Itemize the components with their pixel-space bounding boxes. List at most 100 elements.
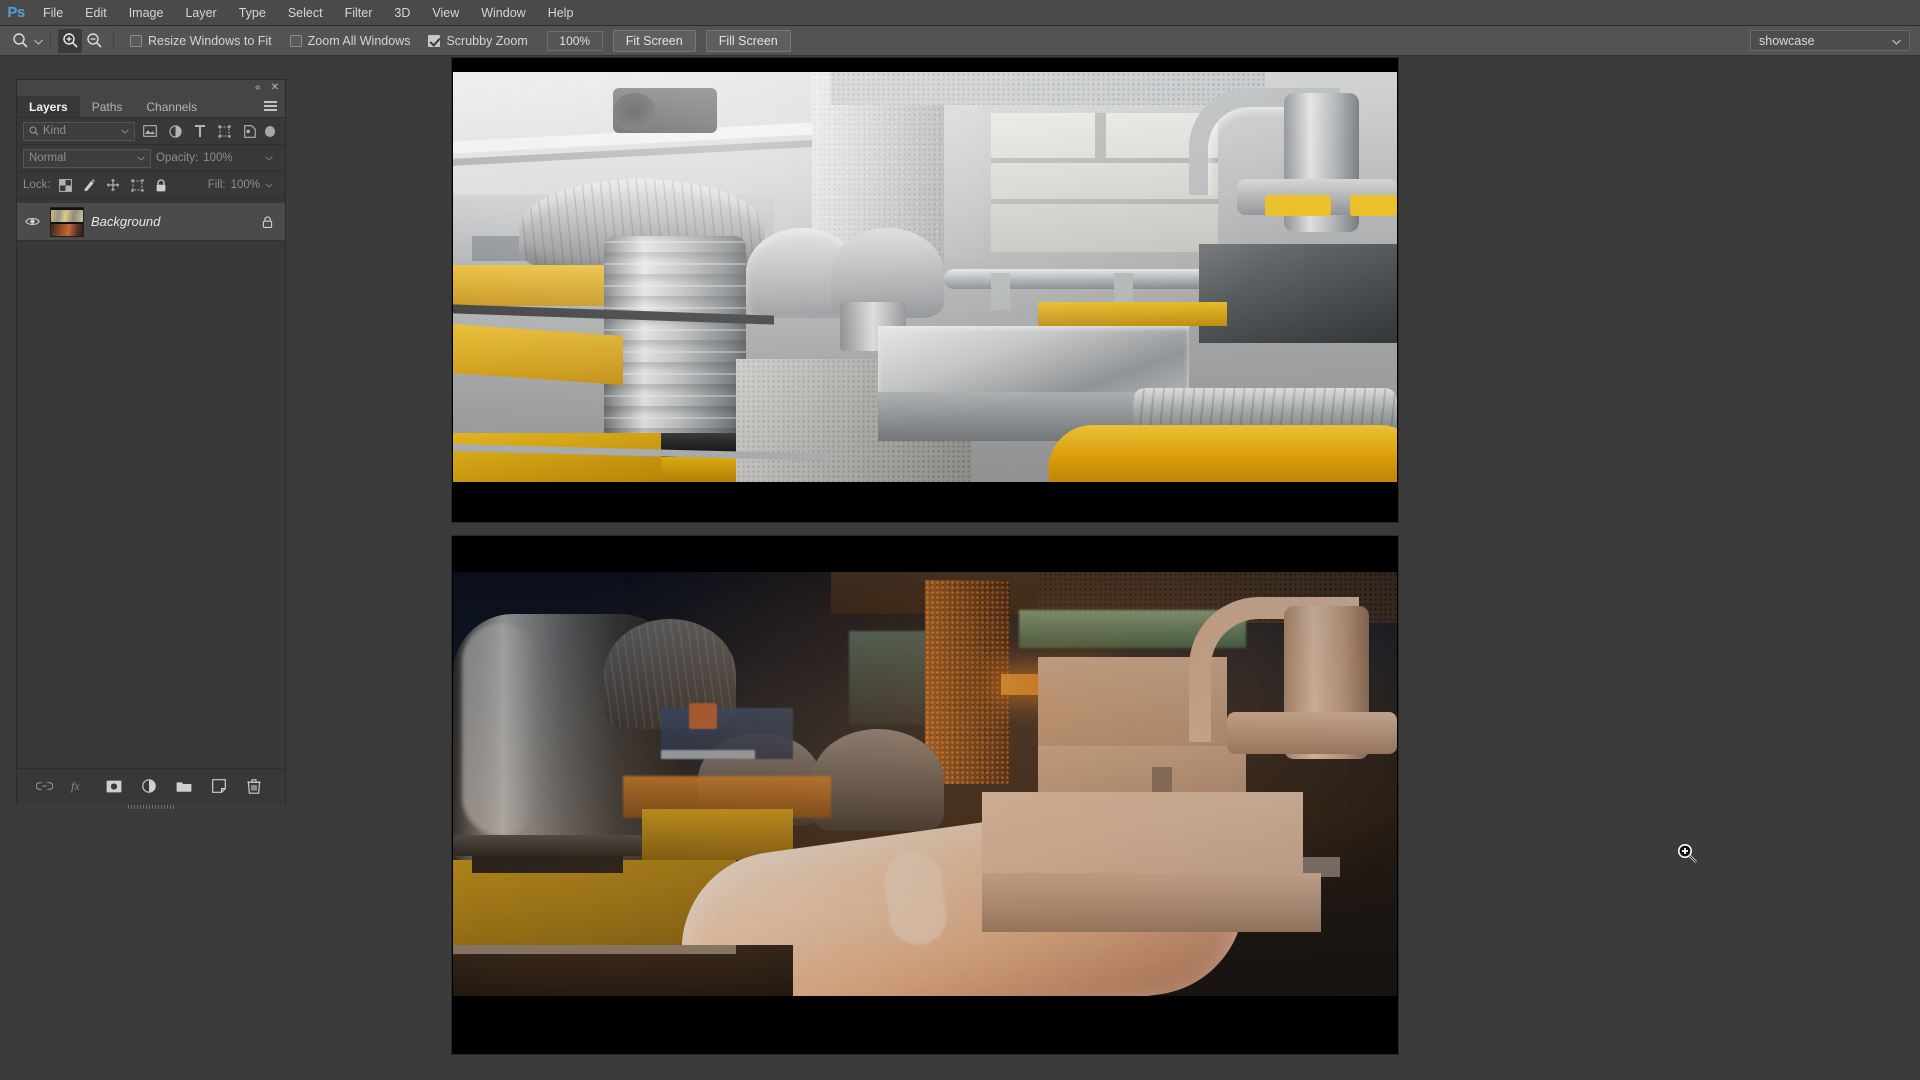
link-layers-icon[interactable] [35,777,53,795]
resize-windows-to-fit-label: Resize Windows to Fit [148,34,272,48]
adjustment-filter-icon[interactable] [165,122,185,141]
zoom-in-cursor [1677,843,1699,865]
letterbox-bar-bottom-2 [452,994,1398,1054]
chevron-down-icon [121,129,129,134]
menu-select[interactable]: Select [277,0,334,26]
resize-windows-to-fit-checkbox[interactable] [130,35,142,47]
layer-name-label[interactable]: Background [91,214,251,229]
workspace-switcher[interactable]: showcase [1750,30,1910,51]
zoom-tool-icon [12,32,29,49]
zoom-level-input[interactable]: 100% [547,31,603,51]
scrubby-zoom-label: Scrubby Zoom [446,34,527,48]
zoom-out-button[interactable] [82,29,106,53]
collapse-panel-icon[interactable]: « [255,83,261,93]
layer-list[interactable]: Background [17,203,285,768]
new-adjustment-layer-icon[interactable] [140,777,158,795]
close-panel-icon[interactable]: ✕ [271,83,279,93]
workspace-chevron-down-icon [1892,34,1901,48]
menu-edit[interactable]: Edit [74,0,118,26]
new-layer-icon[interactable] [210,777,228,795]
opacity-chevron-down-icon [265,156,273,161]
menu-image[interactable]: Image [118,0,175,26]
layer-filter-kind-select[interactable]: Kind [23,122,135,141]
fill-label: Fill: [208,179,226,191]
layer-row-background[interactable]: Background [17,203,285,241]
document-window-night-render[interactable] [451,535,1399,1055]
pixel-filter-icon[interactable] [140,122,160,141]
search-icon [29,126,39,136]
tab-channels[interactable]: Channels [134,96,209,117]
lock-position-icon[interactable] [104,176,123,195]
scrubby-zoom-checkbox[interactable] [428,35,440,47]
layer-visibility-toggle[interactable] [21,216,43,227]
active-tool-preset[interactable] [0,32,43,50]
lock-transparent-pixels-icon[interactable] [56,176,75,195]
layer-style-fx-icon[interactable]: fx [70,777,88,795]
shape-filter-icon[interactable] [215,122,235,141]
menu-file[interactable]: File [32,0,74,26]
tab-layers[interactable]: Layers [17,96,80,117]
zoom-all-windows-checkbox[interactable] [290,35,302,47]
menu-view[interactable]: View [421,0,470,26]
layer-thumbnail[interactable] [50,207,84,237]
tab-paths[interactable]: Paths [80,96,135,117]
options-divider-1 [50,31,51,51]
layers-panel[interactable]: « ✕ Layers Paths Channels Kind [16,79,286,804]
layer-locked-icon [258,212,277,231]
delete-layer-icon[interactable] [245,777,263,795]
panel-menu-icon[interactable] [264,101,277,113]
document-window-daylight-render[interactable] [451,57,1399,523]
opacity-value[interactable]: 100% [203,152,232,164]
fit-screen-button[interactable]: Fit Screen [613,30,696,52]
layer-filter-toggle[interactable] [265,126,275,137]
resize-windows-to-fit-option[interactable]: Resize Windows to Fit [121,34,281,48]
options-bar: Resize Windows to Fit Zoom All Windows S… [0,26,1920,56]
lock-label: Lock: [23,179,51,191]
workspace-value: showcase [1759,34,1815,48]
render-image-night[interactable] [453,572,1397,996]
document-canvas-area[interactable] [287,57,1920,1080]
add-layer-mask-icon[interactable] [105,777,123,795]
fill-chevron-down-icon [265,183,273,188]
options-divider-2 [113,31,114,51]
eye-icon [25,216,40,227]
tool-preset-chevron-down-icon[interactable] [34,32,43,50]
render-image-daylight[interactable] [453,72,1397,482]
lock-fill-row[interactable]: Lock: Fill: 100% [17,172,285,199]
panel-tab-strip[interactable]: Layers Paths Channels [17,96,285,118]
menu-bar: Ps File Edit Image Layer Type Select Fil… [0,0,1920,26]
lock-image-pixels-icon[interactable] [80,176,99,195]
new-group-icon[interactable] [175,777,193,795]
blend-mode-value: Normal [29,152,66,164]
lock-all-icon[interactable] [152,176,171,195]
panel-resize-grip[interactable] [17,803,285,811]
layer-filter-row[interactable]: Kind [17,118,285,145]
opacity-label: Opacity: [156,152,198,164]
lock-artboard-icon[interactable] [128,176,147,195]
menu-type[interactable]: Type [228,0,277,26]
type-filter-icon[interactable] [190,122,210,141]
chevron-down-icon [137,156,145,161]
panel-title-bar[interactable]: « ✕ [17,80,285,96]
menu-window[interactable]: Window [470,0,536,26]
zoom-in-button[interactable] [58,29,82,53]
blend-mode-select[interactable]: Normal [23,149,151,168]
svg-text:fx: fx [71,779,80,793]
menu-help[interactable]: Help [537,0,585,26]
letterbox-bar-top-2 [452,536,1398,572]
zoom-all-windows-label: Zoom All Windows [308,34,411,48]
zoom-all-windows-option[interactable]: Zoom All Windows [281,34,420,48]
menu-3d[interactable]: 3D [383,0,421,26]
photoshop-logo: Ps [0,0,32,26]
fill-screen-button[interactable]: Fill Screen [706,30,791,52]
scrubby-zoom-option[interactable]: Scrubby Zoom [419,34,536,48]
menu-layer[interactable]: Layer [174,0,227,26]
menu-filter[interactable]: Filter [334,0,384,26]
layers-panel-footer[interactable]: fx [17,768,285,803]
letterbox-bar-top [452,58,1398,72]
smart-object-filter-icon[interactable] [240,122,260,141]
layer-filter-kind-label: Kind [43,125,66,137]
letterbox-bar-bottom [452,480,1398,522]
blend-opacity-row[interactable]: Normal Opacity: 100% [17,145,285,172]
fill-value[interactable]: 100% [231,179,260,191]
